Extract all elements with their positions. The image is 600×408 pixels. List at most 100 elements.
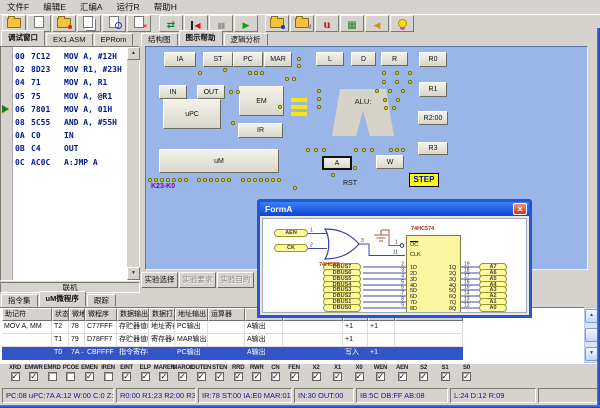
table-row-0[interactable]: MOV A, MMT278C77FFF存贮器值EM地址寄存器PC输出A输出+1+…: [2, 321, 584, 334]
code-line-3[interactable]: 0575MOV A, @R1: [15, 90, 125, 103]
register-st[interactable]: ST: [203, 52, 233, 67]
table-row-2[interactable]: T07A→CBFFFF指令寄存器IRPC输出A输出写入+1: [2, 347, 584, 360]
signal-checkbox-xrd[interactable]: ✓: [11, 372, 20, 381]
connection-dot: [322, 148, 326, 152]
menu-item-3[interactable]: 运行R: [110, 1, 147, 13]
signal-checkbox-row: XRD✓EMWR✓EMRDPCOEEMEN✓IRENEINT✓ELP✓MAREN…: [0, 363, 600, 388]
connection-dot: [223, 68, 227, 72]
signal-label: FEN: [284, 365, 304, 371]
signal-checkbox-cn[interactable]: ✓: [271, 372, 280, 381]
menu-item-1[interactable]: 编辑E: [36, 1, 73, 13]
micro-u-button[interactable]: u: [315, 15, 339, 32]
signal-maroe: MAROE✓: [172, 365, 192, 381]
signal-checkbox-maroe[interactable]: ✓: [178, 372, 187, 381]
edit-folder-button[interactable]: /: [290, 15, 314, 32]
signal-checkbox-x0[interactable]: ✓: [355, 372, 364, 381]
signal-checkbox-s0[interactable]: ✓: [462, 372, 471, 381]
find-button[interactable]: [102, 15, 126, 32]
load-folder-button[interactable]: [265, 15, 289, 32]
signal-checkbox-s2[interactable]: ✓: [419, 372, 428, 381]
register-ia[interactable]: IA: [164, 52, 196, 67]
register-upc[interactable]: uPC: [163, 99, 221, 129]
signal-checkbox-aen[interactable]: ✓: [398, 372, 407, 381]
scroll-down-icon[interactable]: ▼: [127, 267, 140, 280]
signal-checkbox-emrd[interactable]: [48, 372, 57, 381]
code-line-0[interactable]: 007C12MOV A, #12H: [15, 50, 125, 63]
scroll-up-icon[interactable]: ▲: [127, 47, 140, 60]
table-header-cell: 数据打入: [149, 308, 175, 321]
tab-bottom-0[interactable]: 指令集: [1, 294, 38, 307]
breakpoint-gutter[interactable]: [1, 47, 13, 280]
tab-left-2[interactable]: EPRom: [94, 33, 134, 46]
signal-checkbox-eint[interactable]: ✓: [122, 372, 131, 381]
status-panel-2: IR:78 ST:00 IA:E0 MAR:01: [198, 388, 292, 403]
signal-checkbox-x2[interactable]: ✓: [312, 372, 321, 381]
register-mar[interactable]: MAR: [264, 52, 292, 67]
code-line-1[interactable]: 028D23MOV R1, #23H: [15, 63, 125, 76]
forma-title-bar[interactable]: FormA ×: [260, 202, 529, 216]
connection-dot: [227, 178, 231, 182]
signal-checkbox-outen[interactable]: ✓: [197, 372, 206, 381]
register-ir[interactable]: IR: [238, 123, 283, 138]
signal-checkbox-emwr[interactable]: ✓: [29, 372, 38, 381]
register-l[interactable]: L: [316, 52, 344, 66]
compile-button[interactable]: [52, 15, 76, 32]
register-r[interactable]: R: [381, 52, 408, 66]
tab-left-1[interactable]: EX1.ASM: [46, 33, 93, 46]
signal-checkbox-sten[interactable]: ✓: [215, 372, 224, 381]
code-line-5[interactable]: 085C55AND A, #55H: [15, 116, 125, 129]
menu-item-2[interactable]: 汇编A: [73, 1, 110, 13]
register-um[interactable]: uM: [159, 149, 279, 173]
tab-bottom-2[interactable]: 跟踪: [87, 294, 116, 307]
register-r3[interactable]: R3: [418, 142, 448, 155]
logic-grid-button[interactable]: ▦: [340, 15, 364, 32]
register-pc[interactable]: PC: [233, 52, 263, 67]
menu-item-4[interactable]: 帮助H: [147, 1, 184, 13]
signal-checkbox-elp[interactable]: ✓: [141, 372, 150, 381]
back-button[interactable]: ◀: [365, 15, 389, 32]
signal-checkbox-maren[interactable]: ✓: [159, 372, 168, 381]
register-out[interactable]: OUT: [197, 85, 225, 99]
tab-diagram-0[interactable]: 结构图: [141, 33, 178, 46]
run-button[interactable]: ▶: [234, 15, 258, 32]
help-lamp-button[interactable]: [390, 15, 414, 32]
register-r1[interactable]: R1: [419, 82, 447, 97]
signal-checkbox-s1[interactable]: ✓: [441, 372, 450, 381]
table-row-1[interactable]: T179D78FF7存贮器值EM寄存器AMAR输出A输出+1: [2, 334, 584, 347]
code-bytes: 5C55: [31, 118, 64, 127]
signal-checkbox-pcoe[interactable]: [66, 372, 75, 381]
signal-checkbox-fen[interactable]: ✓: [290, 372, 299, 381]
menu-item-0[interactable]: 文件F: [0, 1, 36, 13]
tab-left-0[interactable]: 调试窗口: [1, 30, 45, 46]
register-r2[interactable]: R2:00: [418, 111, 448, 125]
code-scrollbar[interactable]: ▲ ▼: [126, 47, 139, 280]
signal-checkbox-iren[interactable]: [104, 372, 113, 381]
signal-checkbox-rrd[interactable]: ✓: [234, 372, 243, 381]
tab-diagram-1[interactable]: 图示帮助: [179, 30, 223, 46]
connection-dot: [236, 90, 240, 94]
code-line-8[interactable]: 0CAC0CA:JMP A: [15, 156, 125, 169]
table-scrollbar[interactable]: ▲ ▼: [584, 307, 598, 363]
register-w[interactable]: W: [376, 155, 404, 169]
close-icon[interactable]: ×: [513, 203, 527, 215]
register-r0[interactable]: R0: [419, 52, 447, 67]
signal-checkbox-emen[interactable]: ✓: [85, 372, 94, 381]
tab-diagram-2[interactable]: 逻辑分析: [224, 33, 268, 46]
signal-checkbox-wen[interactable]: ✓: [376, 372, 385, 381]
signal-checkbox-rwr[interactable]: ✓: [252, 372, 261, 381]
code-line-2[interactable]: 0471MOV A, R1: [15, 76, 125, 89]
close-file-button[interactable]: ×: [127, 15, 151, 32]
connection-dot: [160, 178, 164, 182]
register-em[interactable]: EM: [239, 86, 284, 116]
copy-button[interactable]: [77, 15, 101, 32]
experiment-button-0[interactable]: 实验选择: [141, 272, 178, 288]
register-d[interactable]: D: [351, 52, 376, 66]
code-line-6[interactable]: 0AC0IN: [15, 129, 125, 142]
tab-bottom-1[interactable]: uM微程序: [39, 291, 86, 307]
step-button[interactable]: STEP: [409, 173, 439, 187]
register-a[interactable]: A: [322, 156, 352, 170]
code-line-4[interactable]: 067801MOV A, 01H: [15, 103, 125, 116]
register-in[interactable]: IN: [159, 85, 187, 99]
code-line-7[interactable]: 0BC4OUT: [15, 142, 125, 155]
signal-checkbox-x1[interactable]: ✓: [333, 372, 342, 381]
